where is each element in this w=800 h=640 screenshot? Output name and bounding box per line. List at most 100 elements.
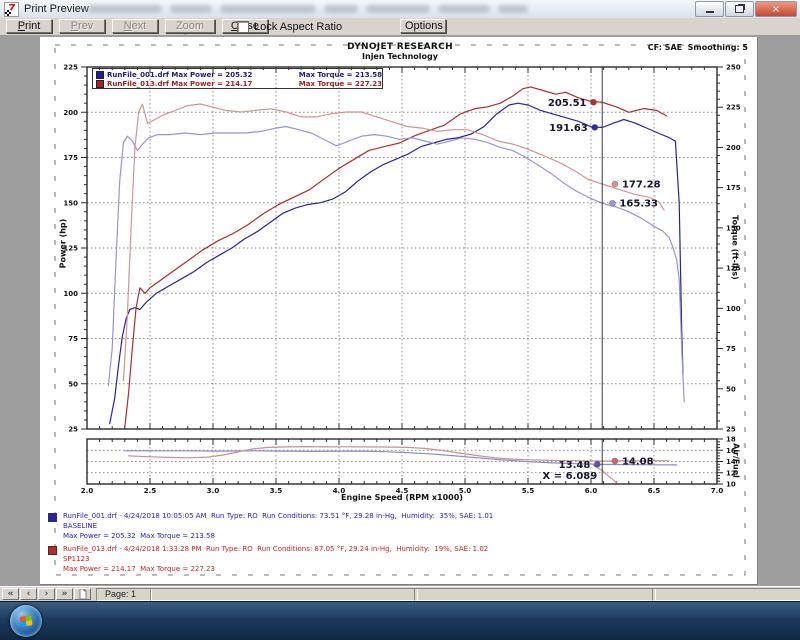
cursor-value-label: 191.63 (549, 123, 588, 134)
cursor-value-dot (594, 461, 600, 467)
legend-swatch-sp1123-icon (96, 80, 104, 88)
right-tick-label: 75 (726, 345, 736, 353)
baseline-power-curve (110, 103, 683, 423)
sp1123-torque-curve (124, 104, 665, 381)
app-logo-icon: 7 (4, 2, 19, 17)
report-company-name: DYNOJET RESEARCH (300, 42, 500, 52)
window-title: Print Preview (24, 3, 89, 15)
legend-file-sp1123: RunFile_013.drf (107, 80, 169, 88)
x-tick-label: 6.5 (648, 487, 661, 495)
restore-icon (735, 5, 744, 13)
cursor-value-label: 13.48 (559, 460, 591, 471)
run-swatch-baseline-icon (48, 513, 57, 522)
lock-aspect-ratio-label: Lock Aspect Ratio (254, 21, 342, 33)
torque-axis-label: Torque (ft-lbs) (731, 173, 740, 323)
page-indicator: Page: 1 (96, 588, 152, 601)
page-setup-button[interactable] (74, 588, 91, 600)
x-tick-label: 3.5 (270, 487, 283, 495)
window-controls: × (695, 1, 797, 17)
next-button[interactable]: Next (112, 19, 158, 33)
window-titlebar: 7 Print Preview × (0, 0, 800, 19)
airfuel-axis-label: Air/Fuel (732, 431, 741, 491)
x-tick-label: 3.0 (207, 487, 220, 495)
dyno-chart: 2252001751501251007550252502252001751501… (0, 35, 800, 586)
left-tick-label: 50 (68, 380, 78, 388)
left-tick-label: 200 (63, 109, 78, 117)
engine-speed-axis-label: Engine Speed (RPM x1000) (302, 493, 502, 502)
last-page-button[interactable]: » (56, 588, 73, 600)
cursor-value-label: 165.33 (619, 199, 658, 210)
next-page-button[interactable]: › (38, 588, 55, 600)
cursor-value-dot (592, 124, 598, 130)
report-shop-name: Injen Technology (300, 52, 500, 61)
x-tick-label: 7.0 (711, 487, 724, 495)
prev-button[interactable]: Prev (59, 19, 105, 33)
smoothing-setting: CF: SAE Smoothing: 5 (648, 43, 748, 52)
document-icon (79, 589, 87, 599)
minimize-button[interactable] (695, 1, 724, 17)
prev-page-button[interactable]: ‹ (20, 588, 37, 600)
right-tick-label: 225 (726, 104, 741, 112)
baseline-torque-curve (108, 127, 684, 402)
run-note-sp1123-maxvalues: Max Power = 214.17 Max Torque = 227.23 (63, 564, 488, 574)
lock-aspect-ratio-checkbox[interactable] (237, 21, 249, 33)
legend-power-sp1123: Max Power = 214.17 (171, 80, 252, 88)
cursor-value-label: 177.28 (622, 179, 661, 190)
checkered-flag-icon (5, 10, 11, 16)
x-tick-label: 6.0 (585, 487, 598, 495)
first-page-button[interactable]: « (2, 588, 19, 600)
x-tick-label: 5.5 (522, 487, 535, 495)
run-note-baseline-label: BASELINE (63, 521, 493, 531)
start-button[interactable] (10, 605, 42, 637)
legend-row-baseline: RunFile_001.drf Max Power = 205.32 Max T… (96, 70, 382, 79)
power-axis-label: Power (hp) (59, 169, 68, 319)
statusbar-panel-3 (414, 588, 656, 601)
legend-swatch-baseline-icon (96, 71, 104, 79)
left-tick-label: 25 (68, 426, 78, 434)
right-tick-label: 200 (726, 144, 741, 152)
close-icon: × (772, 4, 780, 15)
x-tick-label: 2.5 (144, 487, 157, 495)
run-note-sp1123: RunFile_013.drf - 4/24/2018 1:33:28 PM R… (48, 544, 488, 574)
zoom-out-button[interactable]: Zoom Out (165, 19, 215, 33)
cursor-value-dot (591, 99, 597, 105)
cursor-x-label: X = 6.089 (543, 471, 598, 482)
x-tick-label: 2.0 (81, 487, 94, 495)
legend-power-baseline: Max Power = 205.32 (171, 71, 252, 79)
legend-torque-sp1123: Max Torque = 227.23 (299, 80, 382, 88)
restore-button[interactable] (725, 1, 754, 17)
close-window-button[interactable]: × (755, 1, 797, 17)
cursor-value-dot (612, 181, 618, 187)
cursor-value-dot (612, 458, 618, 464)
minimize-icon (706, 11, 714, 13)
options-button[interactable]: Options (400, 19, 446, 33)
run-swatch-sp1123-icon (48, 546, 57, 555)
left-tick-label: 225 (63, 64, 78, 72)
desktop-screen: 7 Print Preview × Print Prev Next Zoom O… (0, 0, 800, 640)
right-tick-label: 50 (726, 385, 736, 393)
statusbar-panel-2 (150, 588, 418, 601)
chart-legend: RunFile_001.drf Max Power = 205.32 Max T… (92, 68, 383, 89)
windows-flag-icon (20, 615, 33, 626)
print-preview-toolbar: Print Prev Next Zoom Out Close Lock Aspe… (0, 18, 800, 36)
legend-file-baseline: RunFile_001.drf (107, 71, 169, 79)
statusbar-panel-4 (652, 588, 800, 601)
statusbar: « ‹ › » Page: 1 (0, 586, 800, 602)
cursor-value-label: 14.08 (622, 457, 654, 468)
cursor-value-label: 205.51 (548, 98, 587, 109)
run-note-baseline: RunFile_001.drf - 4/24/2018 10:05:05 AM … (48, 511, 493, 541)
right-tick-label: 250 (726, 64, 741, 72)
baseline-afr-curve (125, 451, 677, 465)
print-button[interactable]: Print (6, 19, 52, 33)
run-note-baseline-conditions: RunFile_001.drf - 4/24/2018 10:05:05 AM … (63, 511, 493, 521)
cursor-value-dot (609, 200, 615, 206)
run-note-baseline-maxvalues: Max Power = 205.32 Max Torque = 213.58 (63, 531, 493, 541)
preview-area: 2252001751501251007550252502252001751501… (0, 35, 800, 586)
legend-row-sp1123: RunFile_013.drf Max Power = 214.17 Max T… (96, 79, 382, 88)
left-tick-label: 75 (68, 335, 78, 343)
taskbar: e 7 (0, 601, 800, 640)
sp1123-afr-curve (129, 447, 670, 462)
run-note-sp1123-conditions: RunFile_013.drf - 4/24/2018 1:33:28 PM R… (63, 544, 488, 554)
run-note-sp1123-label: SP1123 (63, 554, 488, 564)
left-tick-label: 175 (63, 154, 78, 162)
